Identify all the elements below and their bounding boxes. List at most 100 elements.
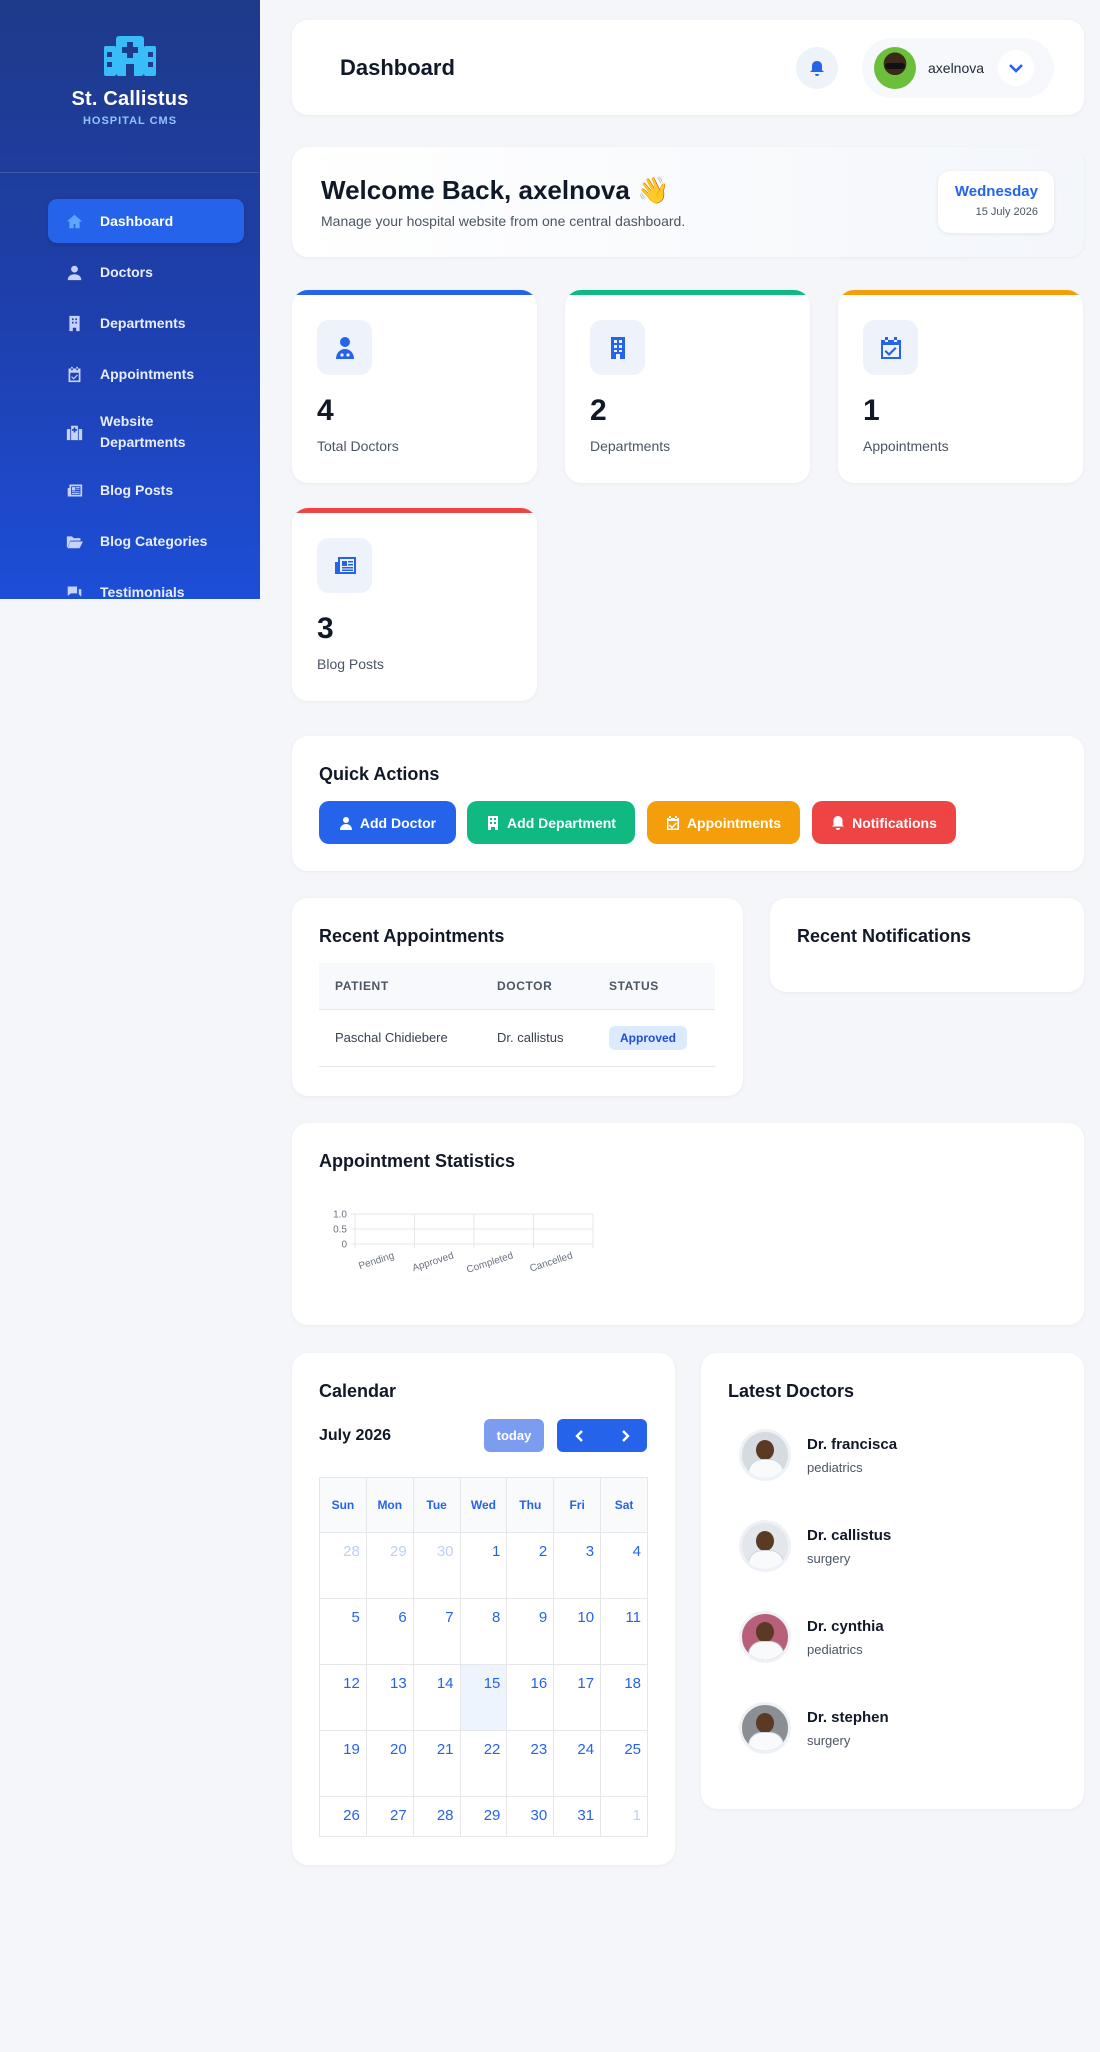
stat-card-total-doctors[interactable]: 4 Total Doctors bbox=[292, 290, 537, 483]
calendar-nav-buttons bbox=[557, 1419, 647, 1452]
stat-accent-bar bbox=[838, 290, 1083, 295]
y-tick-label: 0.5 bbox=[333, 1225, 347, 1236]
calendar-day[interactable]: 11 bbox=[600, 1598, 648, 1665]
sidebar-item-label: Departments bbox=[100, 314, 186, 331]
calendar-day[interactable]: 28 bbox=[319, 1532, 367, 1599]
welcome-subtitle: Manage your hospital website from one ce… bbox=[321, 213, 686, 229]
sidebar-item-dashboard[interactable]: Dashboard bbox=[48, 199, 244, 243]
calendar-day[interactable]: 8 bbox=[459, 1598, 508, 1665]
calendar-day[interactable]: 4 bbox=[600, 1532, 648, 1599]
calendar-day[interactable]: 30 bbox=[412, 1532, 461, 1599]
next-month-button[interactable] bbox=[602, 1419, 647, 1452]
doctor-list-item[interactable]: Dr. cynthia pediatrics bbox=[739, 1609, 884, 1665]
doctor-name: Dr. stephen bbox=[807, 1708, 889, 1726]
calendar-day[interactable]: 6 bbox=[365, 1598, 414, 1665]
calendar-day[interactable]: 23 bbox=[506, 1730, 555, 1797]
calendar-day[interactable]: 5 bbox=[319, 1598, 367, 1665]
calendar-day[interactable]: 10 bbox=[553, 1598, 602, 1665]
add-doctor-button[interactable]: Add Doctor bbox=[319, 801, 456, 844]
doctor-list-item[interactable]: Dr. callistus surgery bbox=[739, 1518, 891, 1574]
calendar-day[interactable]: 19 bbox=[319, 1730, 367, 1797]
stat-card-blog-posts[interactable]: 3 Blog Posts bbox=[292, 508, 537, 701]
doctor-info: Dr. stephen surgery bbox=[807, 1709, 889, 1748]
y-tick-label: 1.0 bbox=[333, 1210, 347, 1221]
calendar-day-today[interactable]: 15 bbox=[459, 1664, 508, 1731]
doctor-avatar bbox=[739, 1702, 791, 1754]
calendar-day[interactable]: 1 bbox=[600, 1796, 648, 1837]
latest-doctors-card: Latest Doctors Dr. francisca pediatrics … bbox=[701, 1353, 1084, 1809]
sidebar-item-appointments[interactable]: Appointments bbox=[48, 352, 244, 396]
calendar-day[interactable]: 16 bbox=[506, 1664, 555, 1731]
doctor-info: Dr. cynthia pediatrics bbox=[807, 1618, 884, 1657]
calendar-week: 5 6 7 8 9 10 11 bbox=[319, 1598, 648, 1665]
stat-card-appointments[interactable]: 1 Appointments bbox=[838, 290, 1083, 483]
welcome-banner: Welcome Back, axelnova 👋 Manage your hos… bbox=[292, 147, 1084, 257]
calendar-day[interactable]: 9 bbox=[506, 1598, 555, 1665]
avatar bbox=[874, 47, 916, 89]
calendar-day[interactable]: 17 bbox=[553, 1664, 602, 1731]
sidebar-item-testimonials[interactable]: Testimonials bbox=[48, 570, 244, 599]
sidebar-item-blog-posts[interactable]: Blog Posts bbox=[48, 468, 244, 512]
calendar-day[interactable]: 13 bbox=[365, 1664, 414, 1731]
calendar-day[interactable]: 29 bbox=[365, 1532, 414, 1599]
stat-label: Blog Posts bbox=[317, 656, 384, 672]
calendar-day[interactable]: 22 bbox=[459, 1730, 508, 1797]
calendar-day[interactable]: 1 bbox=[459, 1532, 508, 1599]
calendar-day[interactable]: 18 bbox=[600, 1664, 648, 1731]
stat-value: 1 bbox=[863, 394, 880, 427]
calendar-day[interactable]: 12 bbox=[319, 1664, 367, 1731]
calendar-day[interactable]: 25 bbox=[600, 1730, 648, 1797]
doctor-avatar bbox=[739, 1429, 791, 1481]
doctor-list-item[interactable]: Dr. francisca pediatrics bbox=[739, 1427, 897, 1483]
notifications-action-button[interactable]: Notifications bbox=[812, 801, 956, 844]
calendar-grid: Sun Mon Tue Wed Thu Fri Sat 28 29 30 1 2… bbox=[319, 1477, 648, 1837]
calendar-day[interactable]: 20 bbox=[365, 1730, 414, 1797]
calendar-check-icon bbox=[863, 320, 918, 375]
table-row[interactable]: Paschal Chidiebere Dr. callistus Approve… bbox=[319, 1009, 715, 1067]
newspaper-icon bbox=[317, 538, 372, 593]
table-header-row: PATIENT DOCTOR STATUS bbox=[319, 963, 715, 1010]
home-icon bbox=[64, 211, 84, 231]
calendar-day[interactable]: 31 bbox=[553, 1796, 602, 1837]
calendar-day[interactable]: 27 bbox=[365, 1796, 414, 1837]
user-menu[interactable]: axelnova bbox=[862, 38, 1054, 98]
calendar-day[interactable]: 3 bbox=[553, 1532, 602, 1599]
sidebar-item-label: Dashboard bbox=[100, 212, 174, 229]
prev-month-button[interactable] bbox=[557, 1419, 602, 1452]
calendar-month-label: July 2026 bbox=[319, 1427, 392, 1444]
doctor-list-item[interactable]: Dr. stephen surgery bbox=[739, 1700, 889, 1756]
calendar-day[interactable]: 28 bbox=[412, 1796, 461, 1837]
sidebar-item-blog-categories[interactable]: Blog Categories bbox=[48, 519, 244, 563]
recent-appointments-title: Recent Appointments bbox=[319, 926, 505, 946]
calendar-day[interactable]: 2 bbox=[506, 1532, 555, 1599]
doctor-specialty: pediatrics bbox=[807, 1641, 863, 1657]
calendar-day[interactable]: 29 bbox=[459, 1796, 508, 1837]
sidebar-item-website-departments[interactable]: Website Departments bbox=[48, 403, 244, 461]
appointments-button[interactable]: Appointments bbox=[647, 801, 800, 844]
calendar-day[interactable]: 21 bbox=[412, 1730, 461, 1797]
user-menu-toggle[interactable] bbox=[998, 50, 1035, 86]
doctor-info: Dr. callistus surgery bbox=[807, 1527, 891, 1566]
notifications-button[interactable] bbox=[796, 47, 838, 89]
calendar-day[interactable]: 26 bbox=[319, 1796, 367, 1837]
add-department-button[interactable]: Add Department bbox=[467, 801, 635, 844]
calendar-day[interactable]: 30 bbox=[506, 1796, 555, 1837]
stat-value: 2 bbox=[590, 394, 607, 427]
stat-value: 3 bbox=[317, 612, 334, 645]
calendar-card: Calendar July 2026 today Sun Mon Tue Wed… bbox=[292, 1353, 675, 1865]
stat-label: Departments bbox=[590, 438, 671, 454]
calendar-day[interactable]: 14 bbox=[412, 1664, 461, 1731]
sidebar-item-departments[interactable]: Departments bbox=[48, 301, 244, 345]
calendar-day[interactable]: 7 bbox=[412, 1598, 461, 1665]
stat-card-departments[interactable]: 2 Departments bbox=[565, 290, 810, 483]
appointment-statistics-chart: 1.0 0.5 0 Pending Approved Completed Cancelled bbox=[333, 1210, 594, 1276]
chevron-right-icon bbox=[621, 1429, 630, 1442]
sidebar-item-doctors[interactable]: Doctors bbox=[48, 250, 244, 294]
calendar-day[interactable]: 24 bbox=[553, 1730, 602, 1797]
weekday-row: Sun Mon Tue Wed Thu Fri Sat bbox=[319, 1477, 648, 1533]
weekday-header: Wed bbox=[459, 1477, 508, 1533]
sidebar-item-label: Appointments bbox=[100, 365, 195, 382]
status-badge: Approved bbox=[609, 1025, 688, 1050]
today-button[interactable]: today bbox=[484, 1419, 544, 1452]
button-label: Add Department bbox=[507, 814, 616, 831]
